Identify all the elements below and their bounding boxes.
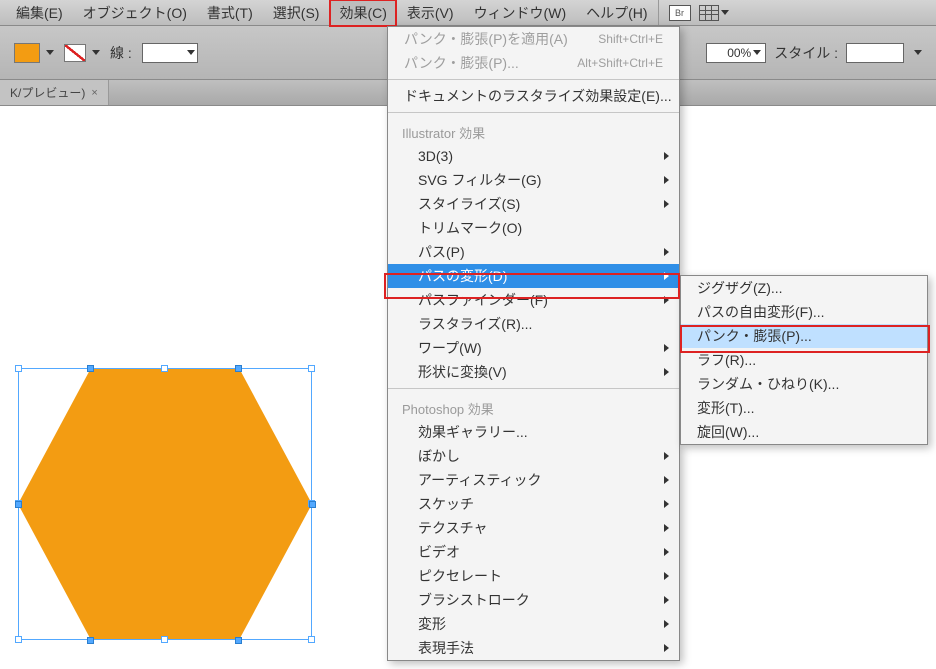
- submenu-pucker-bloat[interactable]: パンク・膨張(P)...: [681, 324, 927, 348]
- photoshop-effects-label: Photoshop 効果: [388, 393, 679, 420]
- submenu-free[interactable]: パスの自由変形(F)...: [681, 300, 927, 324]
- menu-select[interactable]: 選択(S): [263, 0, 330, 27]
- resize-handle[interactable]: [161, 636, 168, 643]
- menu-stylize[interactable]: スタイライズ(S): [388, 192, 679, 216]
- selection-bounding-box: [18, 368, 312, 640]
- tab-label: K/プレビュー): [10, 84, 85, 101]
- anchor-point[interactable]: [15, 501, 22, 508]
- opacity-value: 00%: [727, 46, 751, 60]
- menu-artistic[interactable]: アーティスティック: [388, 468, 679, 492]
- menubar: 編集(E) オブジェクト(O) 書式(T) 選択(S) 効果(C) 表示(V) …: [0, 0, 936, 26]
- separator: [388, 388, 679, 389]
- menu-last-effect: パンク・膨張(P)...Alt+Shift+Ctrl+E: [388, 51, 679, 75]
- anchor-point[interactable]: [235, 365, 242, 372]
- menu-gallery[interactable]: 効果ギャラリー...: [388, 420, 679, 444]
- menu-trim[interactable]: トリムマーク(O): [388, 216, 679, 240]
- grid-icon: [699, 5, 719, 21]
- style-label: スタイル :: [774, 43, 838, 63]
- menubar-right-icons: Br: [658, 0, 739, 25]
- style-field[interactable]: [846, 43, 904, 63]
- chevron-down-icon: [92, 50, 100, 55]
- workspace-switcher[interactable]: [699, 5, 729, 21]
- fill-swatch: [14, 43, 40, 63]
- menu-edit[interactable]: 編集(E): [6, 0, 73, 27]
- separator: [388, 79, 679, 80]
- menu-rasterize[interactable]: ラスタライズ(R)...: [388, 312, 679, 336]
- menu-ps-stylize[interactable]: 表現手法: [388, 636, 679, 660]
- anchor-point[interactable]: [235, 637, 242, 644]
- resize-handle[interactable]: [15, 636, 22, 643]
- menu-warp[interactable]: ワープ(W): [388, 336, 679, 360]
- resize-handle[interactable]: [15, 365, 22, 372]
- menu-window[interactable]: ウィンドウ(W): [464, 0, 577, 27]
- menu-apply-last: パンク・膨張(P)を適用(A)Shift+Ctrl+E: [388, 27, 679, 51]
- chevron-down-icon: [721, 10, 729, 15]
- submenu-random[interactable]: ランダム・ひねり(K)...: [681, 372, 927, 396]
- no-stroke-icon: [64, 44, 86, 62]
- close-icon[interactable]: ×: [91, 87, 97, 99]
- menu-3d[interactable]: 3D(3): [388, 144, 679, 168]
- chevron-down-icon: [914, 50, 922, 55]
- submenu-zigzag[interactable]: ジグザグ(Z)...: [681, 276, 927, 300]
- fill-control[interactable]: [14, 43, 54, 63]
- stroke-weight-field[interactable]: [142, 43, 198, 63]
- chevron-down-icon: [753, 50, 761, 55]
- menu-effect[interactable]: 効果(C): [329, 0, 396, 27]
- resize-handle[interactable]: [308, 365, 315, 372]
- separator: [388, 112, 679, 113]
- illustrator-effects-label: Illustrator 効果: [388, 117, 679, 144]
- opacity-field[interactable]: 00%: [706, 43, 766, 63]
- resize-handle[interactable]: [161, 365, 168, 372]
- anchor-point[interactable]: [87, 637, 94, 644]
- menu-type[interactable]: 書式(T): [197, 0, 263, 27]
- resize-handle[interactable]: [308, 636, 315, 643]
- menu-help[interactable]: ヘルプ(H): [576, 0, 657, 27]
- stroke-control[interactable]: [64, 44, 100, 62]
- menu-convert[interactable]: 形状に変換(V): [388, 360, 679, 384]
- bridge-button[interactable]: Br: [669, 5, 691, 21]
- menu-view[interactable]: 表示(V): [397, 0, 464, 27]
- distort-submenu: ジグザグ(Z)... パスの自由変形(F)... パンク・膨張(P)... ラフ…: [680, 275, 928, 445]
- menu-pathfinder[interactable]: パスファインダー(F): [388, 288, 679, 312]
- menu-distort[interactable]: パスの変形(D): [388, 264, 679, 288]
- menu-texture[interactable]: テクスチャ: [388, 516, 679, 540]
- menu-pixelate[interactable]: ピクセレート: [388, 564, 679, 588]
- menu-path[interactable]: パス(P): [388, 240, 679, 264]
- anchor-point[interactable]: [87, 365, 94, 372]
- anchor-point[interactable]: [309, 501, 316, 508]
- menu-video[interactable]: ビデオ: [388, 540, 679, 564]
- chevron-down-icon: [46, 50, 54, 55]
- menu-ps-distort[interactable]: 変形: [388, 612, 679, 636]
- submenu-roughen[interactable]: ラフ(R)...: [681, 348, 927, 372]
- effect-menu: パンク・膨張(P)を適用(A)Shift+Ctrl+E パンク・膨張(P)...…: [387, 26, 680, 661]
- menu-blur[interactable]: ぼかし: [388, 444, 679, 468]
- menu-brush[interactable]: ブラシストローク: [388, 588, 679, 612]
- chevron-down-icon: [187, 50, 195, 55]
- menu-object[interactable]: オブジェクト(O): [73, 0, 197, 27]
- menu-raster-settings[interactable]: ドキュメントのラスタライズ効果設定(E)...: [388, 84, 679, 108]
- menu-sketch[interactable]: スケッチ: [388, 492, 679, 516]
- submenu-transform[interactable]: 変形(T)...: [681, 396, 927, 420]
- stroke-label: 線 :: [110, 43, 132, 63]
- document-tab[interactable]: K/プレビュー) ×: [0, 80, 109, 105]
- menu-svg[interactable]: SVG フィルター(G): [388, 168, 679, 192]
- submenu-twist[interactable]: 旋回(W)...: [681, 420, 927, 444]
